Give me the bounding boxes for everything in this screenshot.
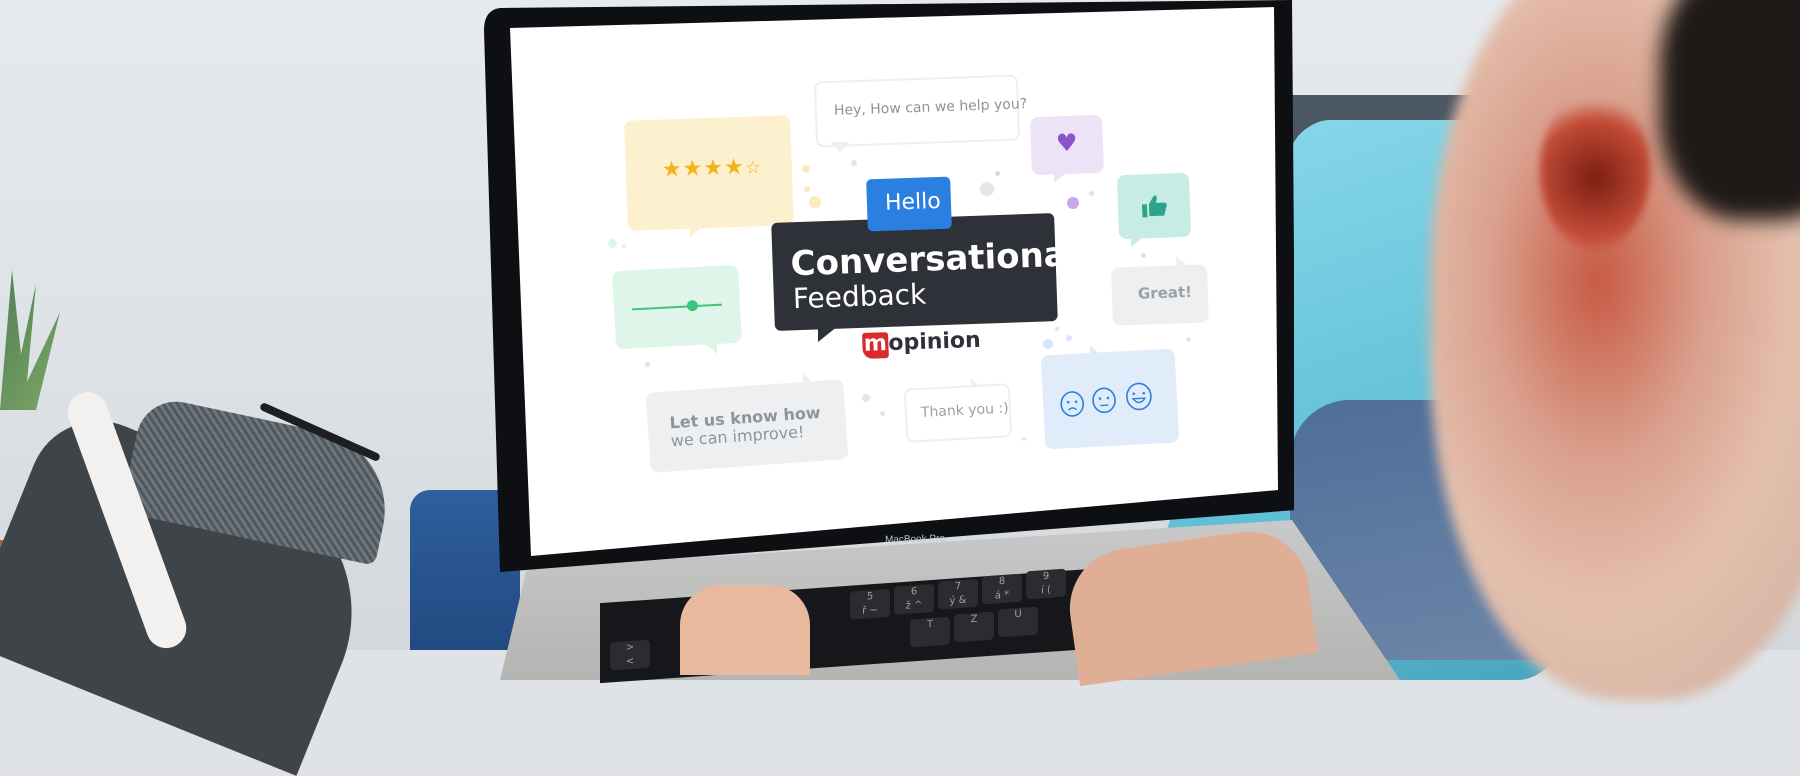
bubble-tail [703, 342, 717, 354]
decor-dot [645, 362, 650, 367]
bubble-tail [690, 224, 704, 238]
decor-dot [851, 160, 857, 166]
screen-content: Hey, How can we help you? ★★★★☆ ♥ Great!… [0, 0, 1800, 650]
hero-title-line2: Feedback [792, 278, 926, 316]
hero-panel: Conversational Feedback [771, 213, 1058, 331]
happy-face-icon[interactable] [1124, 381, 1154, 412]
star-icon: ★ [661, 157, 683, 183]
hello-badge: Hello [866, 177, 952, 232]
bubble-tail [971, 378, 981, 387]
decor-dot [802, 165, 810, 173]
decor-dot [622, 244, 626, 248]
decor-dot [1066, 335, 1072, 341]
bubble-tail [1176, 256, 1188, 266]
slider-track [632, 304, 722, 311]
decor-dot [1141, 253, 1146, 258]
decor-dot [809, 196, 821, 208]
slider-thumb[interactable] [687, 300, 699, 312]
star-icon: ★ [724, 155, 746, 181]
slider-bubble [612, 265, 742, 349]
bubble-tail [1090, 346, 1106, 358]
decor-dot [980, 182, 994, 196]
star-outline-icon: ☆ [744, 157, 762, 179]
star-icon: ★ [682, 156, 704, 182]
decor-dot [1067, 197, 1079, 209]
logo-wordmark: opinion [888, 328, 981, 356]
bubble-tail [818, 326, 838, 342]
thanks-text: Thank you :) [921, 400, 1010, 421]
bubble-tail [803, 373, 815, 385]
improve-bubble: Let us know how we can improve! [645, 379, 848, 473]
rating-stars: ★★★★☆ [661, 154, 762, 182]
star-icon: ★ [703, 155, 725, 181]
decor-dot [995, 171, 1000, 176]
bubble-tail [1054, 173, 1066, 183]
neutral-face-icon[interactable] [1090, 386, 1117, 415]
decor-dot [880, 411, 885, 416]
faces-bubble [1041, 349, 1180, 450]
thumbs-up-bubble [1117, 173, 1191, 239]
decor-dot [804, 186, 810, 192]
great-bubble: Great! [1111, 264, 1209, 325]
help-question-bubble: Hey, How can we help you? [814, 74, 1020, 147]
hero-title-line1: Conversational [790, 234, 1079, 284]
heart-bubble: ♥ [1030, 115, 1104, 175]
decor-dot [1186, 337, 1191, 342]
logo-mark: m [862, 332, 889, 359]
rating-bubble: ★★★★☆ [624, 115, 794, 231]
decor-dot [862, 394, 870, 402]
help-question-text: Hey, How can we help you? [834, 96, 1028, 119]
bubble-tail [830, 142, 850, 152]
sad-face-icon[interactable] [1058, 389, 1085, 418]
decor-dot [1022, 437, 1026, 441]
hello-text: Hello [885, 189, 942, 216]
decor-dot [1089, 191, 1094, 196]
decor-dot [1043, 339, 1053, 349]
heart-icon: ♥ [1055, 129, 1077, 158]
decor-dot [1055, 327, 1059, 331]
bubble-tail [1131, 237, 1143, 247]
thumbs-up-icon [1142, 194, 1169, 219]
thanks-bubble: Thank you :) [904, 383, 1013, 442]
decor-dot [608, 239, 617, 248]
great-text: Great! [1138, 283, 1193, 303]
